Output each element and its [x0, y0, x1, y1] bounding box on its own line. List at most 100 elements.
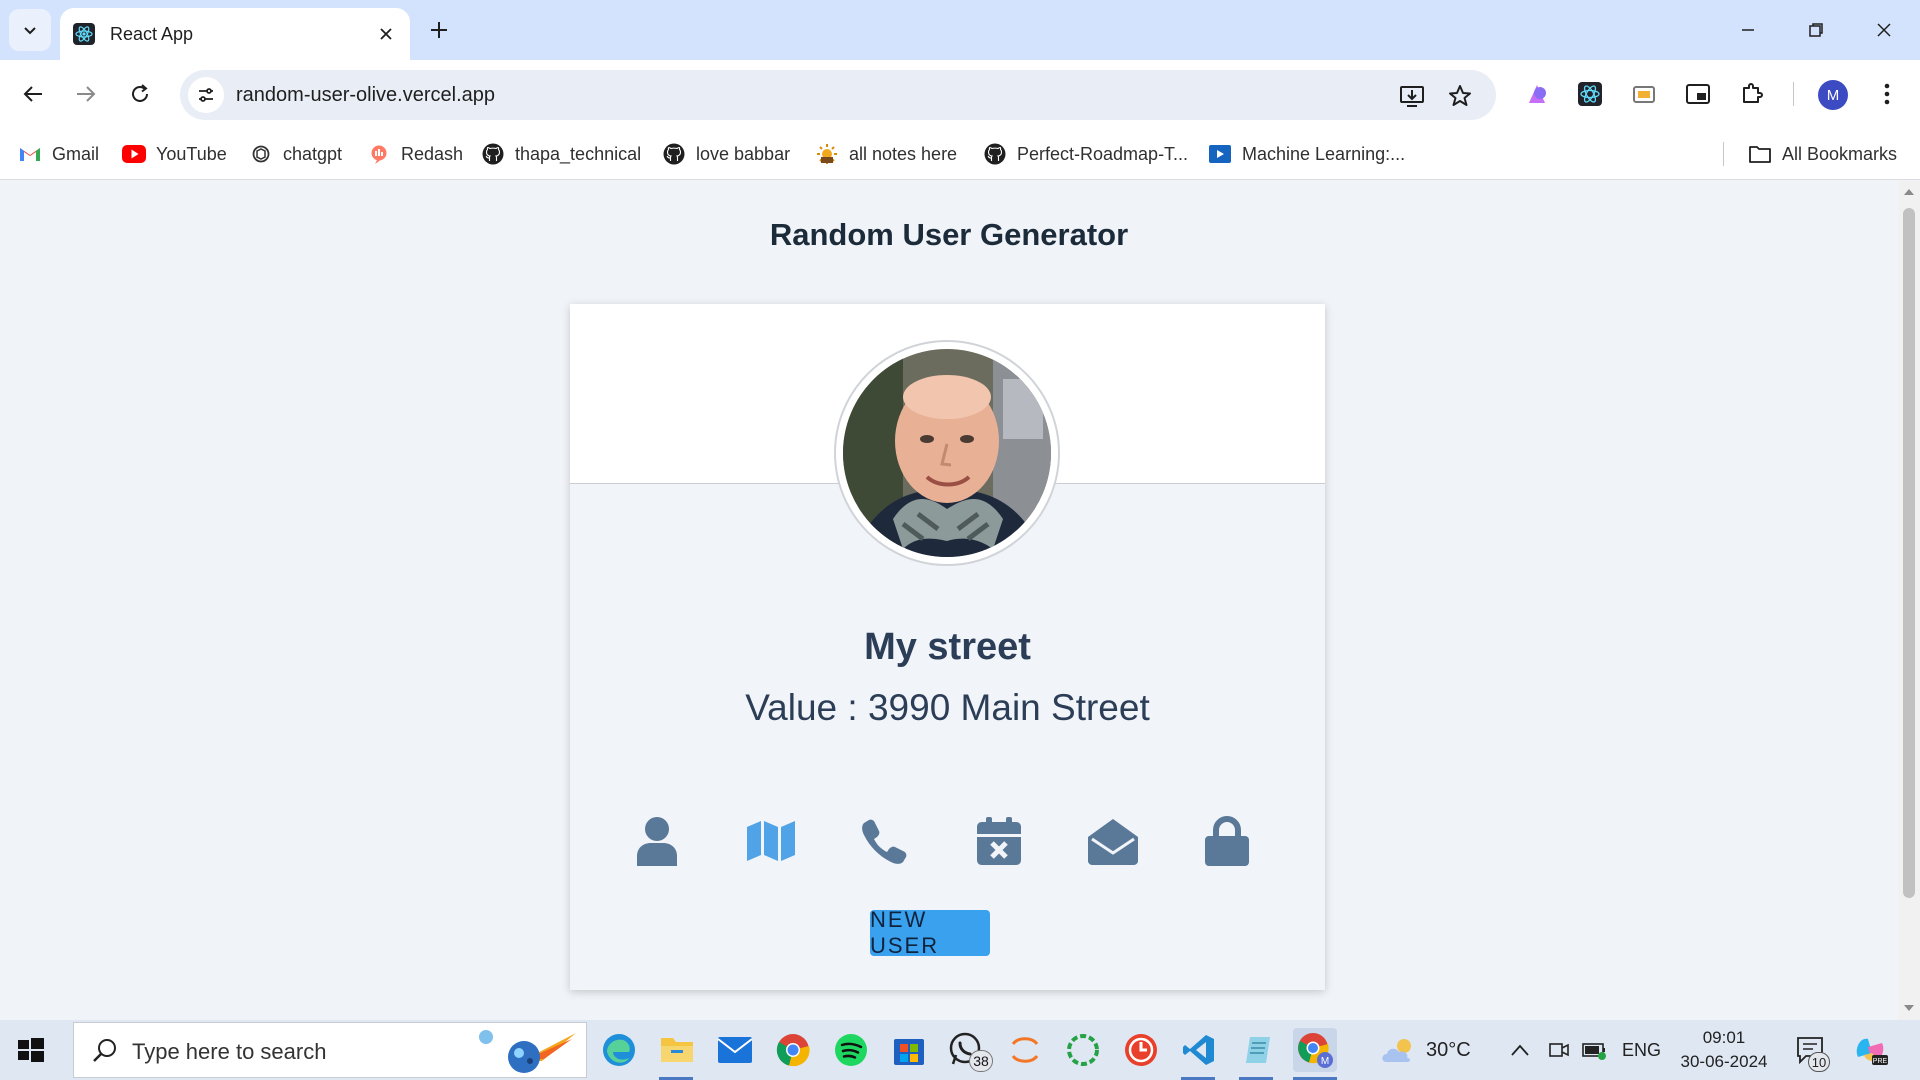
scroll-up-arrow-icon[interactable] — [1904, 189, 1914, 195]
reload-button[interactable] — [122, 76, 158, 112]
vscode-app-icon[interactable] — [1177, 1028, 1221, 1072]
notes-icon — [815, 142, 839, 166]
screen-capture-extension-icon[interactable] — [1627, 77, 1661, 111]
back-button[interactable] — [15, 76, 51, 112]
new-user-button[interactable]: NEW USER — [870, 907, 990, 958]
gemini-extension-icon[interactable] — [1520, 77, 1554, 111]
forward-button[interactable] — [68, 76, 104, 112]
arrow-left-icon — [23, 86, 42, 102]
bookmark-label: love babbar — [696, 143, 791, 164]
bookmark-all-notes-here[interactable]: all notes here — [815, 139, 957, 169]
picture-in-picture-icon[interactable] — [1681, 77, 1715, 111]
clock-app-icon[interactable] — [1119, 1028, 1163, 1072]
copilot-icon[interactable]: PRE — [1852, 1020, 1888, 1080]
calendar-icon[interactable] — [972, 814, 1026, 868]
bookmark-label: all notes here — [849, 143, 958, 164]
restore-button[interactable] — [1794, 12, 1838, 48]
windows-start-icon[interactable] — [14, 1034, 46, 1066]
bookmarks-divider — [1723, 142, 1724, 166]
restore-icon — [1809, 23, 1823, 37]
jupyter-app-icon[interactable] — [1003, 1028, 1047, 1072]
chrome-profile-app-icon[interactable]: M — [1293, 1028, 1337, 1072]
page-scrollbar[interactable] — [1898, 181, 1920, 1020]
extensions-puzzle-icon[interactable] — [1735, 77, 1769, 111]
new-tab-button[interactable] — [424, 15, 454, 45]
chevron-down-icon — [24, 27, 36, 35]
bookmark-thapa-technical[interactable]: thapa_technical — [481, 139, 641, 169]
spotify-app-icon[interactable] — [829, 1028, 873, 1072]
more-menu-icon[interactable] — [1870, 77, 1904, 111]
bookmark-machine-learning[interactable]: Machine Learning:... — [1208, 139, 1405, 169]
mail-app-icon[interactable] — [713, 1028, 757, 1072]
gmail-icon — [18, 142, 42, 166]
file-explorer-icon[interactable] — [655, 1028, 699, 1072]
search-placeholder: Type here to search — [132, 1039, 327, 1064]
show-hidden-icons-button[interactable] — [1510, 1020, 1530, 1080]
browser-toolbar: random-user-olive.vercel.app M — [0, 60, 1920, 128]
map-icon[interactable] — [744, 814, 798, 868]
microsoft-store-icon[interactable] — [887, 1028, 931, 1072]
chrome-app-icon[interactable] — [771, 1028, 815, 1072]
meet-now-icon[interactable] — [1548, 1020, 1570, 1080]
system-clock[interactable]: 09:01 30-06-2024 — [1672, 1026, 1776, 1074]
tab-react-app[interactable]: React App — [60, 8, 410, 60]
bookmark-label: Gmail — [52, 143, 100, 164]
reload-icon — [132, 84, 148, 102]
minimize-icon — [1742, 29, 1754, 31]
tune-icon — [199, 88, 213, 102]
minimize-button[interactable] — [1726, 12, 1770, 48]
bookmark-gmail[interactable]: Gmail — [18, 139, 99, 169]
notification-center-icon[interactable]: 10 — [1796, 1020, 1830, 1080]
bookmark-label: Redash — [401, 143, 464, 164]
install-app-icon[interactable] — [1398, 82, 1426, 110]
search-highlight-comet-icon — [472, 1027, 578, 1080]
bookmark-label: YouTube — [156, 143, 227, 164]
site-info-button[interactable] — [188, 77, 224, 113]
edge-app-icon[interactable] — [597, 1028, 641, 1072]
github-icon — [662, 142, 686, 166]
close-tab-icon[interactable] — [374, 22, 398, 46]
bookmark-love-babbar[interactable]: love babbar — [662, 139, 790, 169]
attribute-icon-row — [570, 814, 1325, 868]
search-icon — [92, 1037, 118, 1068]
user-icon[interactable] — [630, 814, 684, 868]
notification-count: 10 — [1808, 1052, 1830, 1072]
windows-taskbar: Type here to search 38 M 30°C ENG 09:01 … — [0, 1020, 1920, 1080]
github-icon — [983, 142, 1007, 166]
all-bookmarks-button[interactable]: All Bookmarks — [1748, 139, 1897, 169]
video-icon — [1208, 142, 1232, 166]
input-language[interactable]: ENG — [1622, 1020, 1661, 1080]
envelope-open-icon[interactable] — [1086, 814, 1140, 868]
bookmark-redash[interactable]: Redash — [367, 139, 463, 169]
bookmark-label: thapa_technical — [515, 143, 642, 164]
whatsapp-app-icon[interactable]: 38 — [945, 1028, 993, 1072]
clock-time: 09:01 — [1702, 1028, 1746, 1047]
url-text[interactable]: random-user-olive.vercel.app — [236, 84, 495, 107]
sync-app-icon[interactable] — [1061, 1028, 1105, 1072]
tab-search-button[interactable] — [9, 9, 51, 51]
bookmark-chatgpt[interactable]: chatgpt — [249, 139, 342, 169]
svg-text:PRE: PRE — [1873, 1058, 1888, 1065]
folder-icon — [1748, 142, 1772, 166]
profile-avatar[interactable]: M — [1818, 80, 1848, 110]
phone-icon[interactable] — [858, 814, 912, 868]
tab-strip: React App — [0, 0, 1920, 60]
scrollbar-thumb[interactable] — [1903, 208, 1915, 898]
lock-icon[interactable] — [1200, 814, 1254, 868]
scroll-down-arrow-icon[interactable] — [1904, 1005, 1914, 1011]
battery-icon[interactable] — [1582, 1020, 1608, 1080]
bookmark-youtube[interactable]: YouTube — [122, 139, 227, 169]
bookmark-perfect-roadmap[interactable]: Perfect-Roadmap-T... — [983, 139, 1188, 169]
bookmark-star-icon[interactable] — [1446, 82, 1474, 110]
react-devtools-icon[interactable] — [1573, 77, 1607, 111]
weather-widget[interactable]: 30°C — [1380, 1020, 1471, 1080]
address-bar[interactable]: random-user-olive.vercel.app — [180, 70, 1496, 120]
whatsapp-badge: 38 — [969, 1050, 993, 1072]
close-window-button[interactable] — [1862, 12, 1906, 48]
chatgpt-icon — [249, 142, 273, 166]
taskbar-search[interactable]: Type here to search — [73, 1022, 587, 1078]
notepad-app-icon[interactable] — [1235, 1028, 1279, 1072]
page-content: Random User Generator My street Value: … — [0, 181, 1898, 1020]
cloud-weather-icon — [1380, 1036, 1418, 1064]
react-icon — [72, 22, 96, 46]
